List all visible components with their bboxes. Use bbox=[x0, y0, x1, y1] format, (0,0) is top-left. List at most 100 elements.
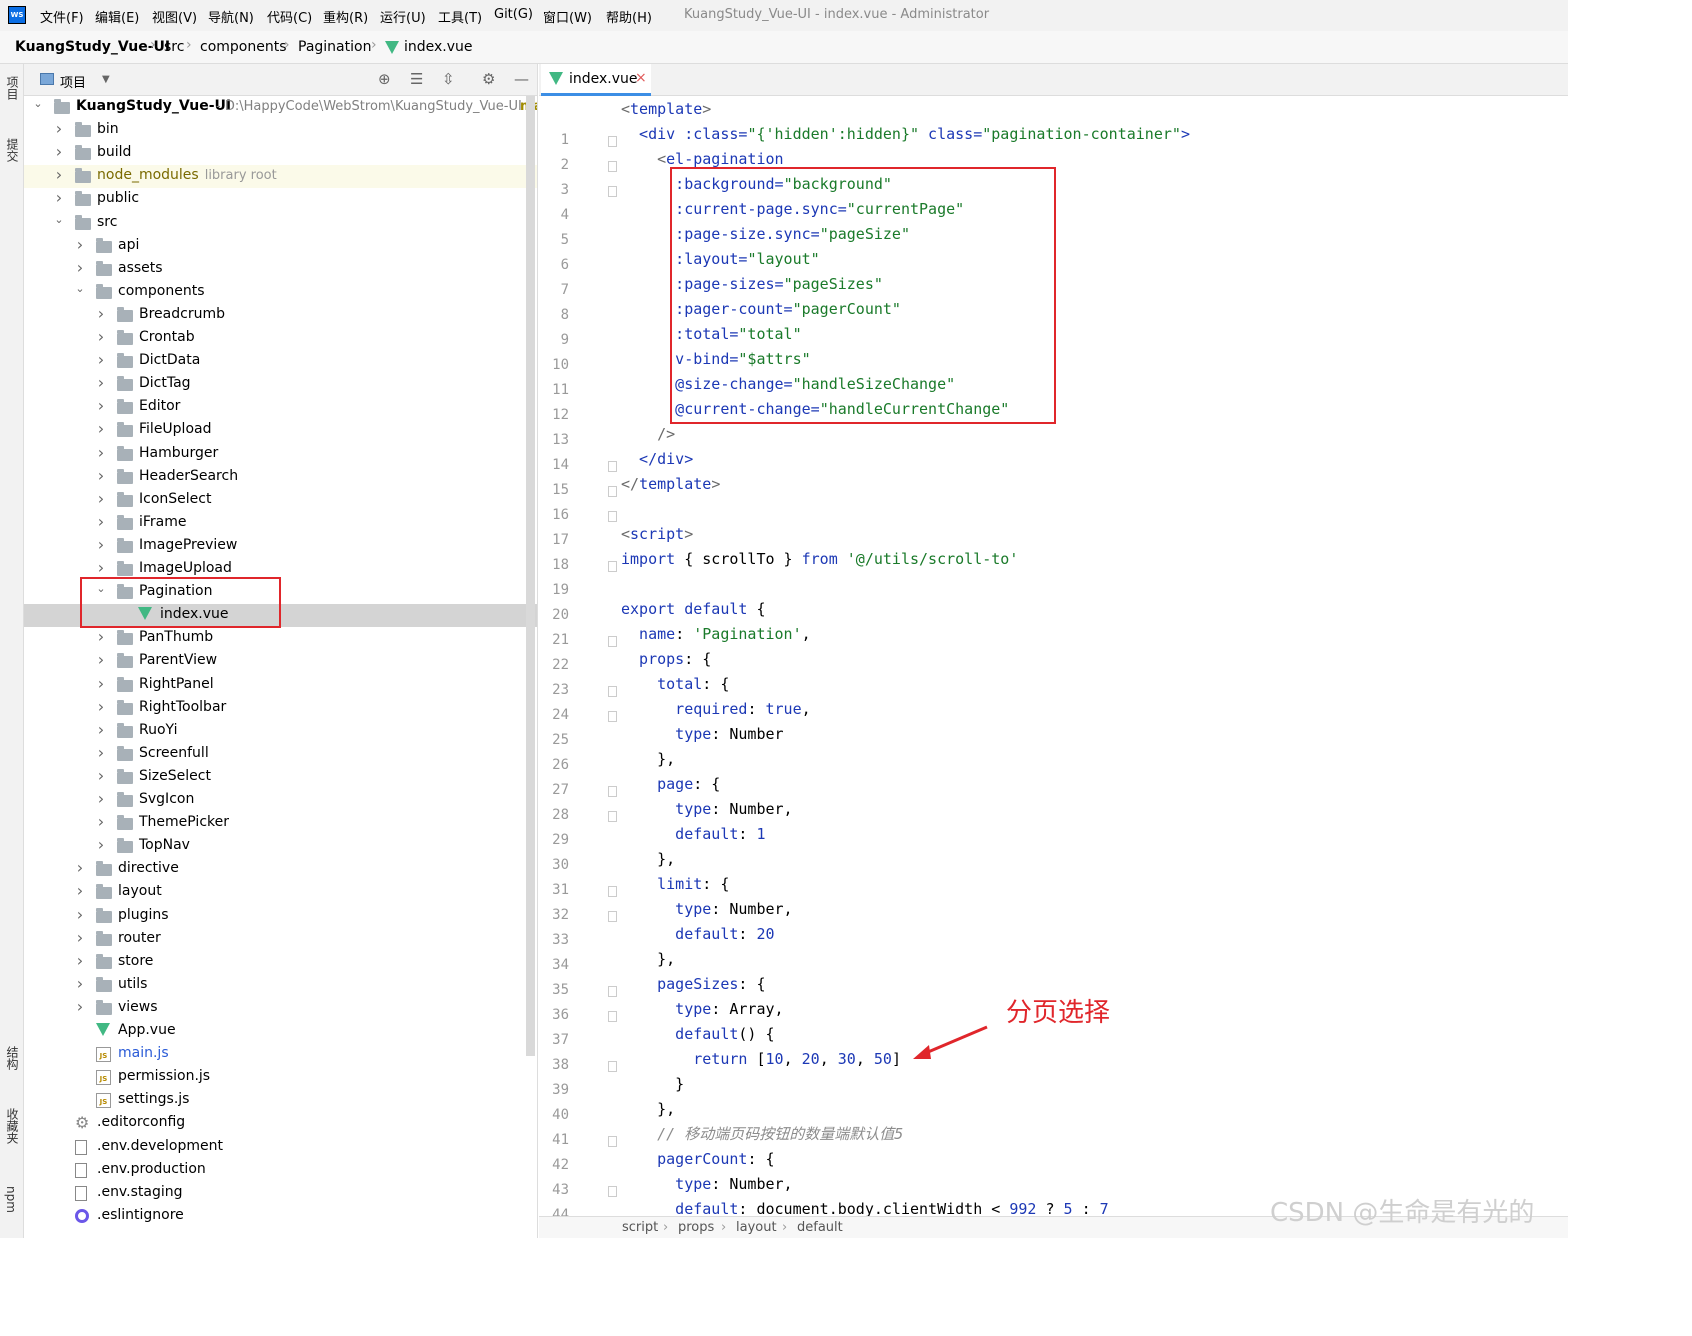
tree-item[interactable]: › FileUpload bbox=[24, 419, 537, 442]
chevron-right-icon[interactable]: › bbox=[95, 489, 107, 508]
tool-tab-project[interactable]: 项目 bbox=[4, 76, 21, 100]
tree-item[interactable]: › Screenfull bbox=[24, 743, 537, 766]
breadcrumb-project[interactable]: KuangStudy_Vue-UI bbox=[15, 39, 170, 55]
chevron-right-icon[interactable]: › bbox=[95, 558, 107, 577]
tree-item[interactable]: › TopNav bbox=[24, 835, 537, 858]
tree-item[interactable]: › Hamburger bbox=[24, 443, 537, 466]
fold-marker-icon[interactable] bbox=[608, 561, 617, 572]
chevron-right-icon[interactable]: › bbox=[74, 951, 86, 970]
fold-marker-icon[interactable] bbox=[608, 811, 617, 822]
close-icon[interactable]: × bbox=[635, 70, 647, 86]
tree-item[interactable]: › DictData bbox=[24, 350, 537, 373]
fold-marker-icon[interactable] bbox=[608, 486, 617, 497]
fold-marker-icon[interactable] bbox=[608, 686, 617, 697]
menu-git[interactable]: Git(G) bbox=[494, 7, 533, 22]
gear-icon[interactable]: ⚙ bbox=[482, 70, 495, 88]
chevron-down-icon[interactable]: ▼ bbox=[102, 74, 110, 85]
project-panel-title[interactable]: 项目 bbox=[60, 72, 86, 91]
chevron-right-icon[interactable]: › bbox=[95, 789, 107, 808]
chevron-right-icon[interactable]: › bbox=[95, 327, 107, 346]
menu-file[interactable]: 文件(F) bbox=[40, 7, 84, 26]
breadcrumb-pagination[interactable]: Pagination bbox=[298, 39, 371, 55]
fold-marker-icon[interactable] bbox=[608, 711, 617, 722]
breadcrumb-src[interactable]: src bbox=[164, 39, 184, 55]
tool-tab-favorites[interactable]: 收藏夹 bbox=[4, 1108, 21, 1144]
tree-item[interactable]: ⌄ components bbox=[24, 281, 537, 304]
tree-item[interactable]: › utils bbox=[24, 974, 537, 997]
fold-marker-icon[interactable] bbox=[608, 161, 617, 172]
tree-scrollbar[interactable] bbox=[526, 96, 535, 1056]
tree-item[interactable]: › PanThumb bbox=[24, 627, 537, 650]
chevron-down-icon[interactable]: ⌄ bbox=[32, 97, 44, 110]
menu-view[interactable]: 视图(V) bbox=[152, 7, 197, 26]
expand-all-icon[interactable]: ☰ bbox=[410, 70, 423, 88]
tree-item[interactable]: › api bbox=[24, 235, 537, 258]
tree-item[interactable]: › store bbox=[24, 951, 537, 974]
chevron-right-icon[interactable]: › bbox=[53, 119, 65, 138]
chevron-right-icon[interactable]: › bbox=[95, 304, 107, 323]
fold-marker-icon[interactable] bbox=[608, 1136, 617, 1147]
fold-marker-icon[interactable] bbox=[608, 886, 617, 897]
tree-item[interactable]: › assets bbox=[24, 258, 537, 281]
tree-item[interactable]: › layout bbox=[24, 881, 537, 904]
menu-help[interactable]: 帮助(H) bbox=[606, 7, 652, 26]
chevron-down-icon[interactable]: ⌄ bbox=[53, 213, 65, 226]
tree-item[interactable]: › build bbox=[24, 142, 537, 165]
tree-item[interactable]: › IconSelect bbox=[24, 489, 537, 512]
code-crumb-props[interactable]: props bbox=[678, 1220, 714, 1235]
tree-item[interactable]: JS main.js bbox=[24, 1043, 537, 1066]
chevron-right-icon[interactable]: › bbox=[74, 905, 86, 924]
chevron-right-icon[interactable]: › bbox=[95, 720, 107, 739]
menu-navigate[interactable]: 导航(N) bbox=[208, 7, 254, 26]
chevron-right-icon[interactable]: › bbox=[95, 674, 107, 693]
chevron-right-icon[interactable]: › bbox=[95, 743, 107, 762]
tree-item[interactable]: › RightPanel bbox=[24, 674, 537, 697]
chevron-right-icon[interactable]: › bbox=[95, 650, 107, 669]
tree-item[interactable]: App.vue bbox=[24, 1020, 537, 1043]
tree-item[interactable]: › ImagePreview bbox=[24, 535, 537, 558]
chevron-right-icon[interactable]: › bbox=[95, 466, 107, 485]
tree-item[interactable]: ⌄ src bbox=[24, 212, 537, 235]
tree-item[interactable]: › Editor bbox=[24, 396, 537, 419]
tool-tab-commit[interactable]: 提交 bbox=[4, 138, 21, 162]
tree-item[interactable]: › bin bbox=[24, 119, 537, 142]
chevron-right-icon[interactable]: › bbox=[95, 443, 107, 462]
tree-item[interactable]: › RightToolbar bbox=[24, 697, 537, 720]
code-crumb-script[interactable]: script bbox=[622, 1220, 658, 1235]
tree-item[interactable]: › Crontab bbox=[24, 327, 537, 350]
tool-tab-npm[interactable]: npm bbox=[4, 1186, 18, 1213]
tree-item[interactable]: › SizeSelect bbox=[24, 766, 537, 789]
fold-marker-icon[interactable] bbox=[608, 461, 617, 472]
chevron-right-icon[interactable]: › bbox=[95, 812, 107, 831]
menu-tools[interactable]: 工具(T) bbox=[438, 7, 482, 26]
fold-marker-icon[interactable] bbox=[608, 1061, 617, 1072]
chevron-right-icon[interactable]: › bbox=[74, 881, 86, 900]
minimize-icon[interactable]: — bbox=[514, 70, 529, 88]
tree-item[interactable]: .env.development bbox=[24, 1136, 537, 1159]
chevron-right-icon[interactable]: › bbox=[74, 235, 86, 254]
tree-item[interactable]: ⌄ KuangStudy_Vue-UI - D:\HappyCode\WebStro… bbox=[24, 96, 537, 119]
tree-item[interactable]: › RuoYi bbox=[24, 720, 537, 743]
breadcrumb-file[interactable]: index.vue bbox=[404, 39, 473, 55]
chevron-right-icon[interactable]: › bbox=[74, 974, 86, 993]
chevron-right-icon[interactable]: › bbox=[95, 697, 107, 716]
chevron-right-icon[interactable]: › bbox=[95, 396, 107, 415]
chevron-right-icon[interactable]: › bbox=[53, 165, 65, 184]
fold-marker-icon[interactable] bbox=[608, 1011, 617, 1022]
tree-item[interactable]: › SvgIcon bbox=[24, 789, 537, 812]
tool-tab-structure[interactable]: 结构 bbox=[4, 1046, 21, 1070]
tree-item[interactable]: ⚙ .editorconfig bbox=[24, 1112, 537, 1135]
fold-marker-icon[interactable] bbox=[608, 986, 617, 997]
tree-item[interactable]: .env.staging bbox=[24, 1182, 537, 1205]
tree-item[interactable]: JS permission.js bbox=[24, 1066, 537, 1089]
tree-item[interactable]: JS settings.js bbox=[24, 1089, 537, 1112]
menu-edit[interactable]: 编辑(E) bbox=[95, 7, 139, 26]
tab-index-vue[interactable]: index.vue × bbox=[541, 64, 651, 96]
breadcrumb-components[interactable]: components bbox=[200, 39, 287, 55]
tree-item[interactable]: › views bbox=[24, 997, 537, 1020]
menu-window[interactable]: 窗口(W) bbox=[543, 7, 592, 26]
menu-run[interactable]: 运行(U) bbox=[380, 7, 426, 26]
fold-marker-icon[interactable] bbox=[608, 1186, 617, 1197]
code-crumb-default[interactable]: default bbox=[797, 1220, 843, 1235]
chevron-right-icon[interactable]: › bbox=[95, 766, 107, 785]
